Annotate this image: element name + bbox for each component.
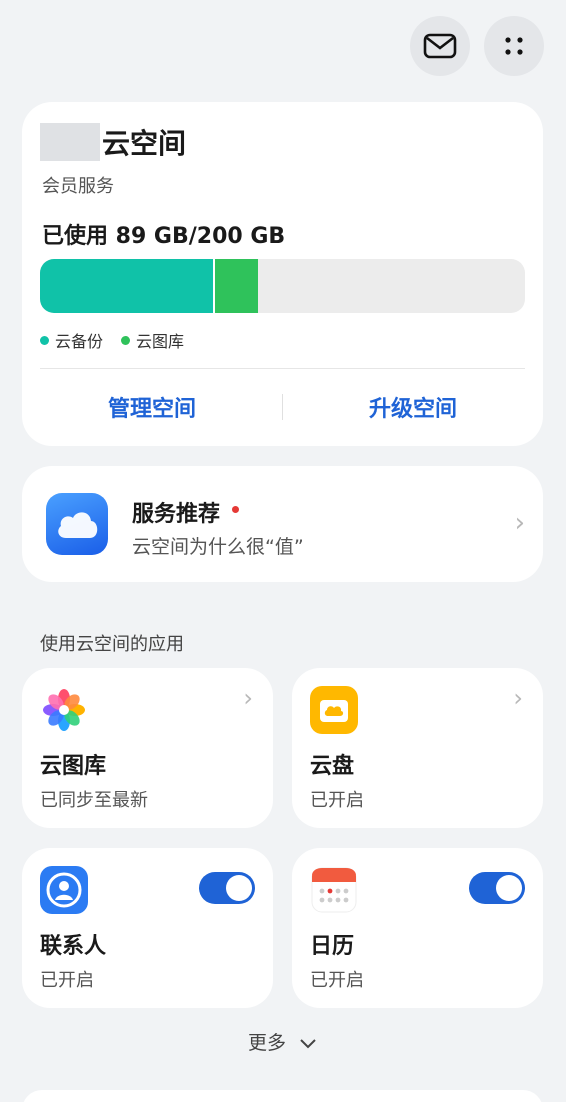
- recommend-title-row: 服务推荐: [132, 496, 240, 528]
- legend-dot-icon: [121, 335, 131, 345]
- top-bar: [410, 16, 544, 76]
- app-card-calendar: 日历 已开启: [292, 848, 543, 1008]
- storage-usage-bar: [40, 259, 525, 313]
- legend-item-backup: 云备份: [40, 328, 103, 352]
- app-status: 已同步至最新: [40, 790, 148, 811]
- more-label: 更多: [247, 1032, 286, 1054]
- storage-title-row: 云空间: [40, 122, 186, 162]
- manage-space-button[interactable]: 管理空间: [22, 391, 282, 423]
- cloud-drive-icon: [310, 686, 358, 734]
- storage-card: 云空间 会员服务 已使用 89 GB/200 GB 云备份 云图库 管理空间 升…: [22, 102, 543, 446]
- usage-legend: 云备份 云图库: [40, 328, 184, 352]
- legend-dot-icon: [40, 335, 49, 345]
- notification-dot-icon: [232, 505, 240, 513]
- more-button[interactable]: 更多: [0, 1028, 566, 1055]
- calendar-sync-toggle[interactable]: [469, 872, 525, 904]
- app-status: 已开启: [40, 970, 94, 991]
- contacts-icon: [40, 866, 88, 914]
- contacts-sync-toggle[interactable]: [199, 872, 255, 904]
- mail-button[interactable]: [410, 16, 470, 76]
- mail-icon: [423, 33, 457, 59]
- legend-label: 云备份: [55, 332, 104, 351]
- redacted-name-block: [40, 123, 100, 161]
- chevron-right-icon: ›: [243, 684, 253, 712]
- chevron-right-icon: ›: [514, 508, 525, 538]
- app-name: 云图库: [40, 754, 107, 779]
- member-service-label[interactable]: 会员服务: [42, 172, 114, 198]
- storage-actions: 管理空间 升级空间: [22, 372, 543, 442]
- bottom-card-peek: [22, 1090, 543, 1102]
- chevron-right-icon: ›: [513, 684, 523, 712]
- upgrade-space-button[interactable]: 升级空间: [283, 391, 543, 423]
- divider: [40, 368, 525, 369]
- legend-item-gallery: 云图库: [121, 328, 184, 352]
- page-title: 云空间: [102, 127, 187, 160]
- app-status: 已开启: [310, 790, 364, 811]
- app-name: 联系人: [40, 934, 107, 959]
- storage-usage-text: 已使用 89 GB/200 GB: [42, 224, 286, 249]
- cloud-icon: [46, 493, 108, 555]
- app-card-cloud-drive[interactable]: › 云盘 已开启: [292, 668, 543, 828]
- chevron-down-icon: [300, 1038, 316, 1048]
- service-recommend-card[interactable]: 服务推荐 云空间为什么很“值” ›: [22, 466, 543, 582]
- usage-segment-backup: [40, 259, 215, 313]
- legend-label: 云图库: [136, 332, 185, 351]
- app-card-contacts: 联系人 已开启: [22, 848, 273, 1008]
- app-name: 日历: [310, 934, 355, 959]
- apps-section-title: 使用云空间的应用: [40, 634, 184, 655]
- app-card-gallery[interactable]: › 云图库 已同步至最新: [22, 668, 273, 828]
- recommend-subtitle: 云空间为什么很“值”: [132, 536, 304, 558]
- recommend-title: 服务推荐: [132, 502, 221, 527]
- usage-segment-gallery: [214, 259, 259, 313]
- app-status: 已开启: [310, 970, 364, 991]
- app-name: 云盘: [310, 754, 355, 779]
- gallery-icon: [40, 686, 88, 734]
- more-grid-icon: [505, 37, 523, 55]
- more-options-button[interactable]: [484, 16, 544, 76]
- calendar-icon: [310, 866, 358, 914]
